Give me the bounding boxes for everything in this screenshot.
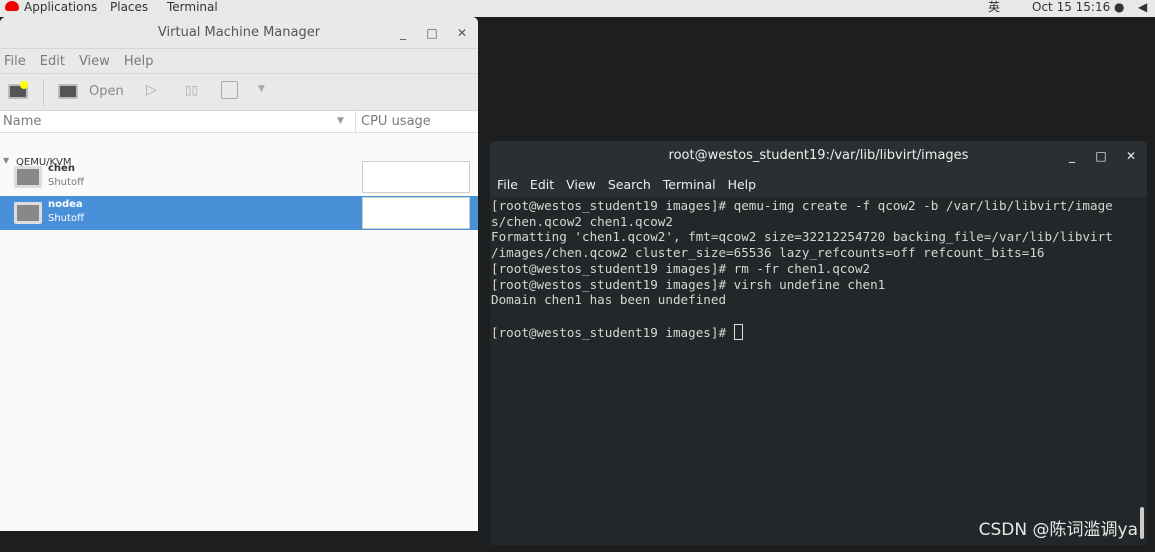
cursor (733, 323, 743, 340)
pause-icon[interactable]: ▯▯ (185, 83, 198, 97)
menu-terminal[interactable]: Terminal (663, 177, 716, 192)
menu-search[interactable]: Search (608, 177, 651, 192)
vm-name: nodea (48, 199, 83, 210)
cpu-graph (362, 197, 470, 229)
window-title: Virtual Machine Manager (157, 25, 321, 40)
open-console-icon[interactable] (58, 84, 78, 99)
terminal-output[interactable]: [root@westos_student19 images]# qemu-img… (490, 197, 1147, 545)
vm-list-header: Name ▼ CPU usage (0, 111, 478, 133)
speaker-icon[interactable]: ◀ (1138, 0, 1147, 14)
clock[interactable]: Oct 15 15:16 ● (1032, 0, 1125, 14)
watermark: CSDN @陈词滥调ya (978, 520, 1138, 540)
menu-file[interactable]: File (497, 177, 518, 192)
terminal-line: [root@westos_student19 images]# qemu-img… (491, 198, 1113, 213)
star-icon (20, 81, 28, 89)
redhat-logo-icon (5, 1, 19, 11)
vm-status: Shutoff (48, 213, 84, 224)
window-title: root@westos_student19:/var/lib/libvirt/i… (668, 148, 969, 163)
terminal-line: [root@westos_student19 images]# virsh un… (491, 276, 886, 292)
input-method-indicator[interactable]: 英 (988, 0, 1000, 14)
menu-help[interactable]: Help (124, 54, 154, 69)
terminal-line: Domain chen1 has been undefined (491, 292, 727, 308)
terminal-prompt-line: [root@westos_student19 images]# (491, 323, 1147, 341)
cpu-graph (362, 161, 470, 193)
close-button[interactable]: ✕ (1121, 141, 1141, 171)
shutdown-menu-chevron-icon[interactable]: ▼ (258, 84, 265, 94)
terminal-line: [root@westos_student19 images]# rm -fr c… (491, 260, 871, 276)
menu-edit[interactable]: Edit (530, 177, 554, 192)
virt-manager-window: Virtual Machine Manager _ □ ✕ File Edit … (0, 17, 478, 531)
menu-view[interactable]: View (566, 177, 596, 192)
separator (43, 79, 44, 107)
terminal-window: root@westos_student19:/var/lib/libvirt/i… (490, 141, 1147, 545)
vm-row-nodea[interactable]: nodea Shutoff (0, 196, 478, 230)
vm-row-chen[interactable]: chen Shutoff (0, 160, 478, 194)
menu-file[interactable]: File (4, 54, 26, 69)
minimize-button[interactable]: _ (393, 17, 413, 49)
maximize-button[interactable]: □ (422, 17, 442, 49)
terminal-line: Formatting 'chen1.qcow2', fmt=qcow2 size… (491, 229, 1113, 245)
close-button[interactable]: ✕ (452, 17, 472, 49)
vm-name: chen (48, 163, 75, 174)
vm-status: Shutoff (48, 177, 84, 188)
terminal-menu[interactable]: Terminal (167, 0, 218, 14)
menubar: File Edit View Help (0, 49, 478, 74)
vm-monitor-icon (14, 202, 42, 224)
vm-monitor-icon (14, 166, 42, 188)
minimize-button[interactable]: _ (1062, 141, 1082, 171)
column-name[interactable]: Name (3, 114, 41, 129)
prompt: [root@westos_student19 images]# (491, 324, 734, 340)
shutdown-icon[interactable] (221, 81, 238, 99)
terminal-line: s/chen.qcow2 chen1.qcow2 (491, 213, 673, 229)
top-bar: Applications Places Terminal 英 Oct 15 15… (0, 0, 1155, 17)
toolbar: Open ▷ ▯▯ ▼ (0, 74, 478, 111)
places-menu[interactable]: Places (110, 0, 148, 14)
menubar: File Edit View Search Terminal Help (490, 171, 1147, 197)
terminal-line: /images/chen.qcow2 cluster_size=65536 la… (491, 245, 1045, 261)
maximize-button[interactable]: □ (1091, 141, 1111, 171)
column-divider (355, 111, 356, 133)
column-cpu[interactable]: CPU usage (361, 114, 431, 129)
menu-view[interactable]: View (79, 54, 110, 69)
menu-edit[interactable]: Edit (40, 54, 65, 69)
sort-chevron-icon[interactable]: ▼ (337, 116, 344, 126)
applications-menu[interactable]: Applications (24, 0, 97, 14)
menu-help[interactable]: Help (728, 177, 757, 192)
window-titlebar: Virtual Machine Manager _ □ ✕ (0, 17, 478, 49)
run-icon[interactable]: ▷ (146, 82, 157, 98)
window-titlebar: root@westos_student19:/var/lib/libvirt/i… (490, 141, 1147, 171)
terminal-scrollbar[interactable] (1140, 507, 1144, 539)
open-button[interactable]: Open (89, 84, 124, 99)
